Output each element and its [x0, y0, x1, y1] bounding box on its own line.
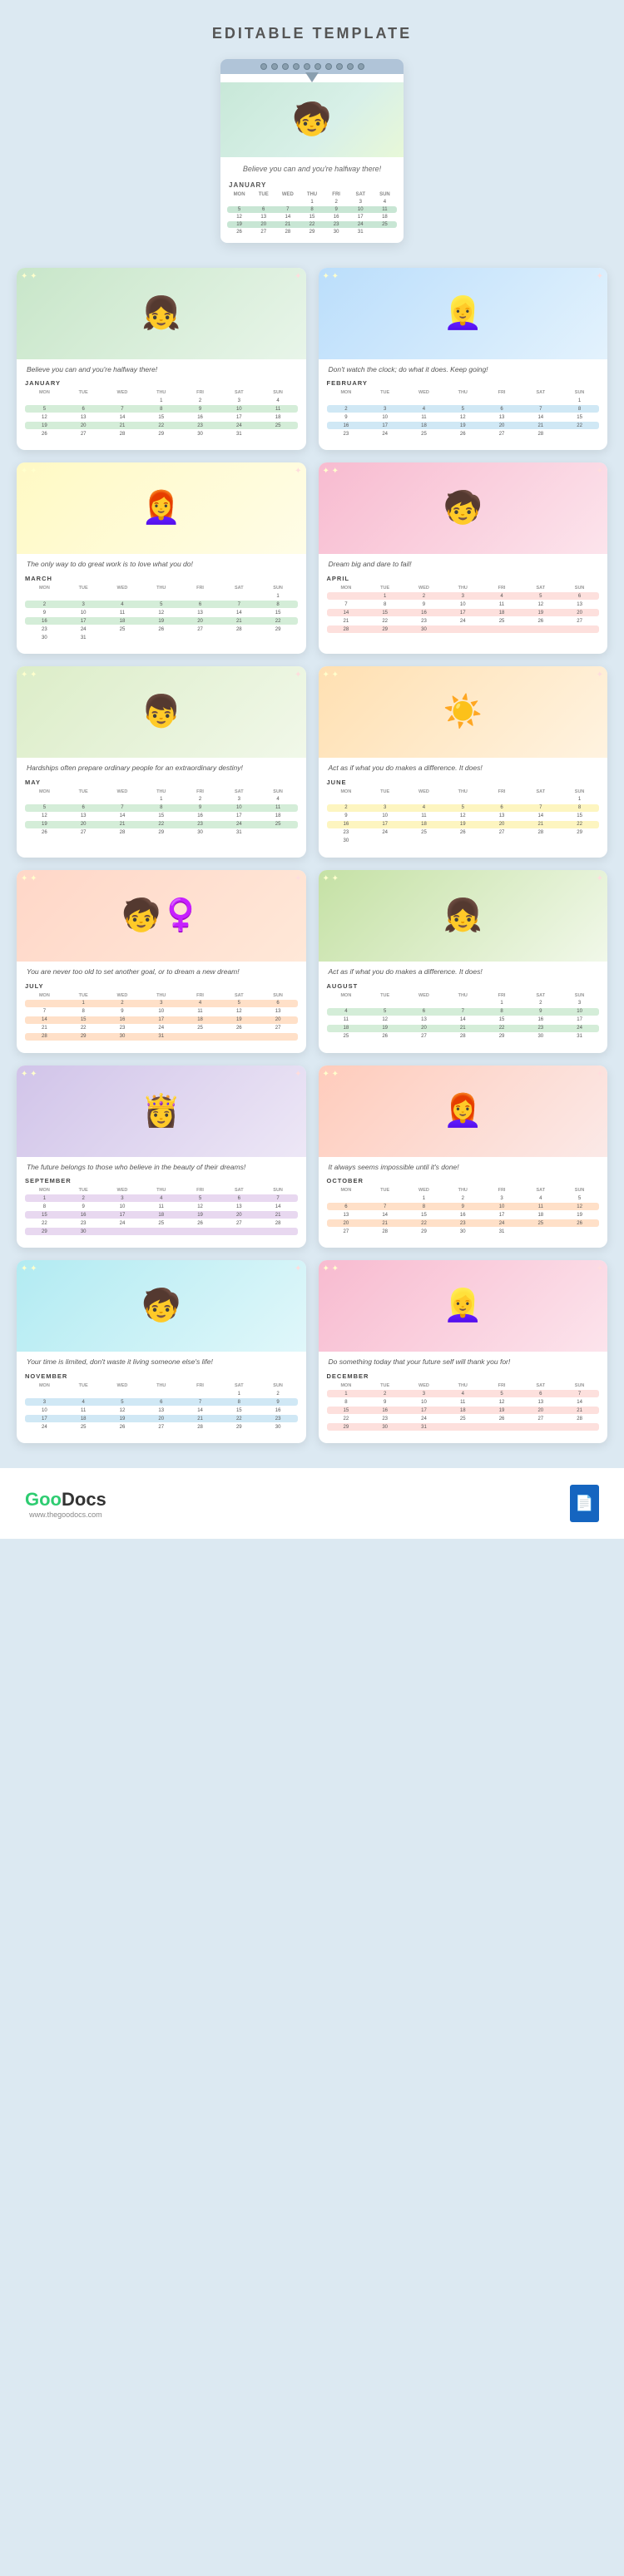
- month-card-july: ✦ ✦🧒‍♀️✦You are never too old to set ano…: [17, 870, 306, 1053]
- month-card-march: ✦ ✦👩‍🦰✦The only way to do great work is …: [17, 462, 306, 654]
- illustration-august: ✦ ✦👧✦: [319, 870, 608, 962]
- illustration-june: ✦ ✦☀️✦: [319, 666, 608, 758]
- month-label-may: MAY: [17, 775, 306, 788]
- hero-section: 🧒 Believe you can and you're halfway the…: [0, 59, 624, 243]
- calendar-january: MONTUEWEDTHUFRISATSUN1234567891011121314…: [17, 388, 306, 442]
- hero-calendar-grid: MONTUEWEDTHUFRISATSUN 1234 567891011 121…: [220, 190, 404, 243]
- month-card-february: ✦ ✦👱‍♀️✦Don't watch the clock; do what i…: [319, 268, 608, 451]
- quote-may: Hardships often prepare ordinary people …: [17, 758, 306, 775]
- quote-september: The future belongs to those who believe …: [17, 1157, 306, 1174]
- illustration-september: ✦ ✦👸✦: [17, 1066, 306, 1157]
- footer-doc-icon[interactable]: 📄: [570, 1485, 599, 1522]
- calendar-grid: ✦ ✦👧✦Believe you can and you're halfway …: [0, 268, 624, 1469]
- hero-calendar: 🧒 Believe you can and you're halfway the…: [220, 59, 404, 243]
- character-june: ☀️: [443, 694, 483, 730]
- character-february: 👱‍♀️: [443, 295, 483, 332]
- quote-december: Do something today that your future self…: [319, 1352, 608, 1369]
- calendar-november: MONTUEWEDTHUFRISATSUN1234567891011121314…: [17, 1382, 306, 1435]
- character-october: 👩‍🦰: [443, 1093, 483, 1130]
- calendar-october: MONTUEWEDTHUFRISATSUN1234567891011121314…: [319, 1186, 608, 1239]
- quote-march: The only way to do great work is to love…: [17, 554, 306, 571]
- character-august: 👧: [443, 897, 483, 934]
- illustration-may: ✦ ✦👦✦: [17, 666, 306, 758]
- illustration-april: ✦ ✦🧒✦: [319, 462, 608, 554]
- month-card-september: ✦ ✦👸✦The future belongs to those who bel…: [17, 1066, 306, 1248]
- illustration-july: ✦ ✦🧒‍♀️✦: [17, 870, 306, 962]
- character-july: 🧒‍♀️: [121, 897, 201, 934]
- quote-november: Your time is limited, don't waste it liv…: [17, 1352, 306, 1369]
- month-label-april: APRIL: [319, 571, 608, 584]
- character-may: 👦: [141, 694, 181, 730]
- hero-month: JANUARY: [220, 178, 404, 190]
- month-card-january: ✦ ✦👧✦Believe you can and you're halfway …: [17, 268, 306, 451]
- month-card-may: ✦ ✦👦✦Hardships often prepare ordinary pe…: [17, 666, 306, 858]
- calendar-august: MONTUEWEDTHUFRISATSUN1234567891011121314…: [319, 991, 608, 1045]
- character-september: 👸: [141, 1093, 181, 1130]
- month-card-april: ✦ ✦🧒✦Dream big and dare to fail!APRILMON…: [319, 462, 608, 654]
- month-label-november: NOVEMBER: [17, 1369, 306, 1382]
- calendar-may: MONTUEWEDTHUFRISATSUN1234567891011121314…: [17, 788, 306, 841]
- illustration-february: ✦ ✦👱‍♀️✦: [319, 268, 608, 359]
- illustration-december: ✦ ✦👱‍♀️✦: [319, 1260, 608, 1352]
- month-card-june: ✦ ✦☀️✦Act as if what you do makes a diff…: [319, 666, 608, 858]
- calendar-september: MONTUEWEDTHUFRISATSUN1234567891011121314…: [17, 1186, 306, 1239]
- month-label-september: SEPTEMBER: [17, 1174, 306, 1186]
- hero-quote: Believe you can and you're halfway there…: [220, 157, 404, 178]
- month-card-november: ✦ ✦🧒✦Your time is limited, don't waste i…: [17, 1260, 306, 1443]
- character-december: 👱‍♀️: [443, 1288, 483, 1324]
- hero-img: 🧒: [220, 82, 404, 157]
- footer-logo: GooDocs www.thegoodocs.com: [25, 1489, 106, 1519]
- quote-april: Dream big and dare to fail!: [319, 554, 608, 571]
- month-label-august: AUGUST: [319, 979, 608, 991]
- illustration-march: ✦ ✦👩‍🦰✦: [17, 462, 306, 554]
- hero-character: 🧒: [292, 101, 331, 138]
- quote-june: Act as if what you do makes a difference…: [319, 758, 608, 775]
- month-label-october: OCTOBER: [319, 1174, 608, 1186]
- quote-august: Act as if what you do makes a difference…: [319, 962, 608, 979]
- character-january: 👧: [141, 295, 181, 332]
- calendar-march: MONTUEWEDTHUFRISATSUN1234567891011121314…: [17, 584, 306, 645]
- quote-october: It always seems impossible until it's do…: [319, 1157, 608, 1174]
- illustration-october: ✦ ✦👩‍🦰✦: [319, 1066, 608, 1157]
- month-label-july: JULY: [17, 979, 306, 991]
- month-card-august: ✦ ✦👧✦Act as if what you do makes a diffe…: [319, 870, 608, 1053]
- calendar-december: MONTUEWEDTHUFRISATSUN1234567891011121314…: [319, 1382, 608, 1435]
- calendar-february: MONTUEWEDTHUFRISATSUN1234567891011121314…: [319, 388, 608, 442]
- calendar-july: MONTUEWEDTHUFRISATSUN1234567891011121314…: [17, 991, 306, 1045]
- month-card-december: ✦ ✦👱‍♀️✦Do something today that your fut…: [319, 1260, 608, 1443]
- illustration-november: ✦ ✦🧒✦: [17, 1260, 306, 1352]
- hook: [305, 72, 319, 82]
- quote-july: You are never too old to set another goa…: [17, 962, 306, 979]
- footer: GooDocs www.thegoodocs.com 📄: [0, 1468, 624, 1539]
- month-card-october: ✦ ✦👩‍🦰✦It always seems impossible until …: [319, 1066, 608, 1248]
- calendar-april: MONTUEWEDTHUFRISATSUN1234567891011121314…: [319, 584, 608, 637]
- month-label-march: MARCH: [17, 571, 306, 584]
- character-april: 🧒: [443, 490, 483, 527]
- month-label-june: JUNE: [319, 775, 608, 788]
- page-title: EDITABLE TEMPLATE: [0, 0, 624, 59]
- month-label-february: FEBRUARY: [319, 376, 608, 388]
- quote-january: Believe you can and you're halfway there…: [17, 359, 306, 377]
- quote-february: Don't watch the clock; do what it does. …: [319, 359, 608, 377]
- character-march: 👩‍🦰: [141, 490, 181, 527]
- month-label-january: JANUARY: [17, 376, 306, 388]
- character-november: 🧒: [141, 1288, 181, 1324]
- month-label-december: DECEMBER: [319, 1369, 608, 1382]
- calendar-june: MONTUEWEDTHUFRISATSUN1234567891011121314…: [319, 788, 608, 849]
- illustration-january: ✦ ✦👧✦: [17, 268, 306, 359]
